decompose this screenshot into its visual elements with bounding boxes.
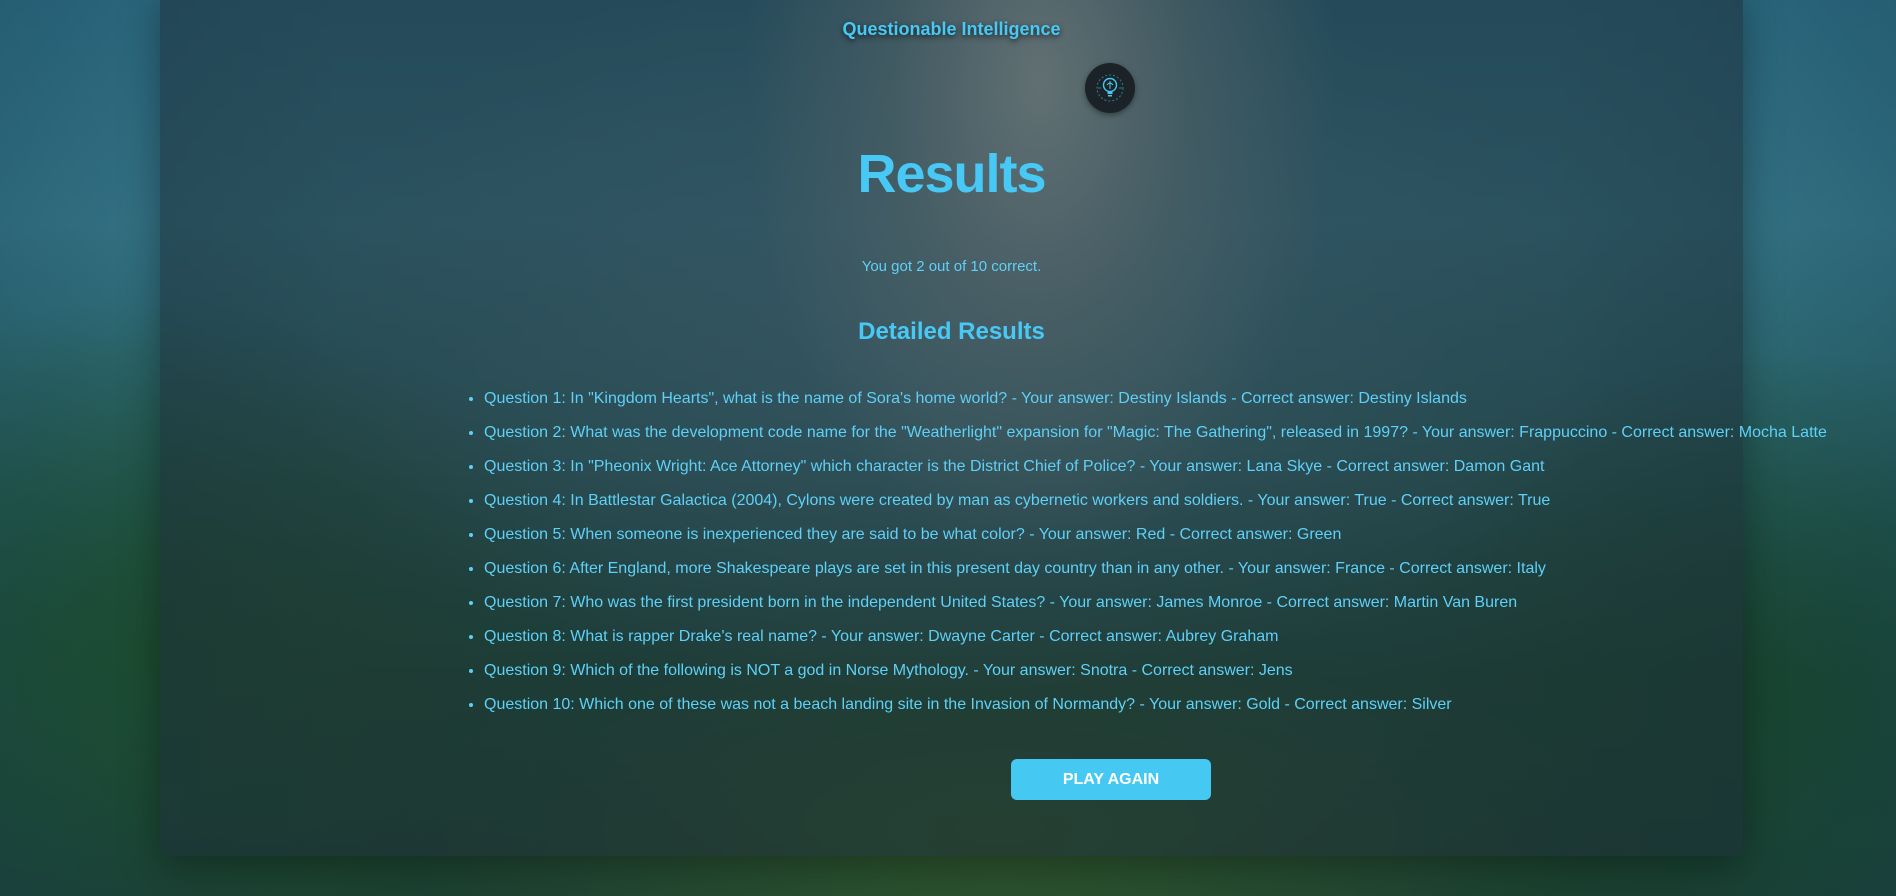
result-item-9: Question 9: Which of the following is NO… <box>484 660 1827 694</box>
result-item-7: Question 7: Who was the first president … <box>484 592 1827 626</box>
result-item-4: Question 4: In Battlestar Galactica (200… <box>484 490 1827 524</box>
result-item-10: Question 10: Which one of these was not … <box>484 694 1827 728</box>
page-title: Results <box>857 144 1046 204</box>
lightbulb-brain-icon <box>1085 63 1135 113</box>
result-item-2: Question 2: What was the development cod… <box>484 422 1827 456</box>
score-text: You got 2 out of 10 correct. <box>861 258 1042 275</box>
results-card: Questionable Intelligence Results You go… <box>160 0 1827 856</box>
result-item-8: Question 8: What is rapper Drake's real … <box>484 626 1827 660</box>
detailed-results-list: Question 1: In "Kingdom Hearts", what is… <box>465 388 1827 728</box>
detailed-results-heading: Detailed Results <box>858 318 1045 345</box>
result-item-3: Question 3: In "Pheonix Wright: Ace Atto… <box>484 456 1827 490</box>
result-item-5: Question 5: When someone is inexperience… <box>484 524 1827 558</box>
play-again-button[interactable]: Play Again <box>1011 759 1211 800</box>
app-brand: Questionable Intelligence <box>842 19 1061 39</box>
result-item-1: Question 1: In "Kingdom Hearts", what is… <box>484 388 1827 422</box>
result-item-6: Question 6: After England, more Shakespe… <box>484 558 1827 592</box>
